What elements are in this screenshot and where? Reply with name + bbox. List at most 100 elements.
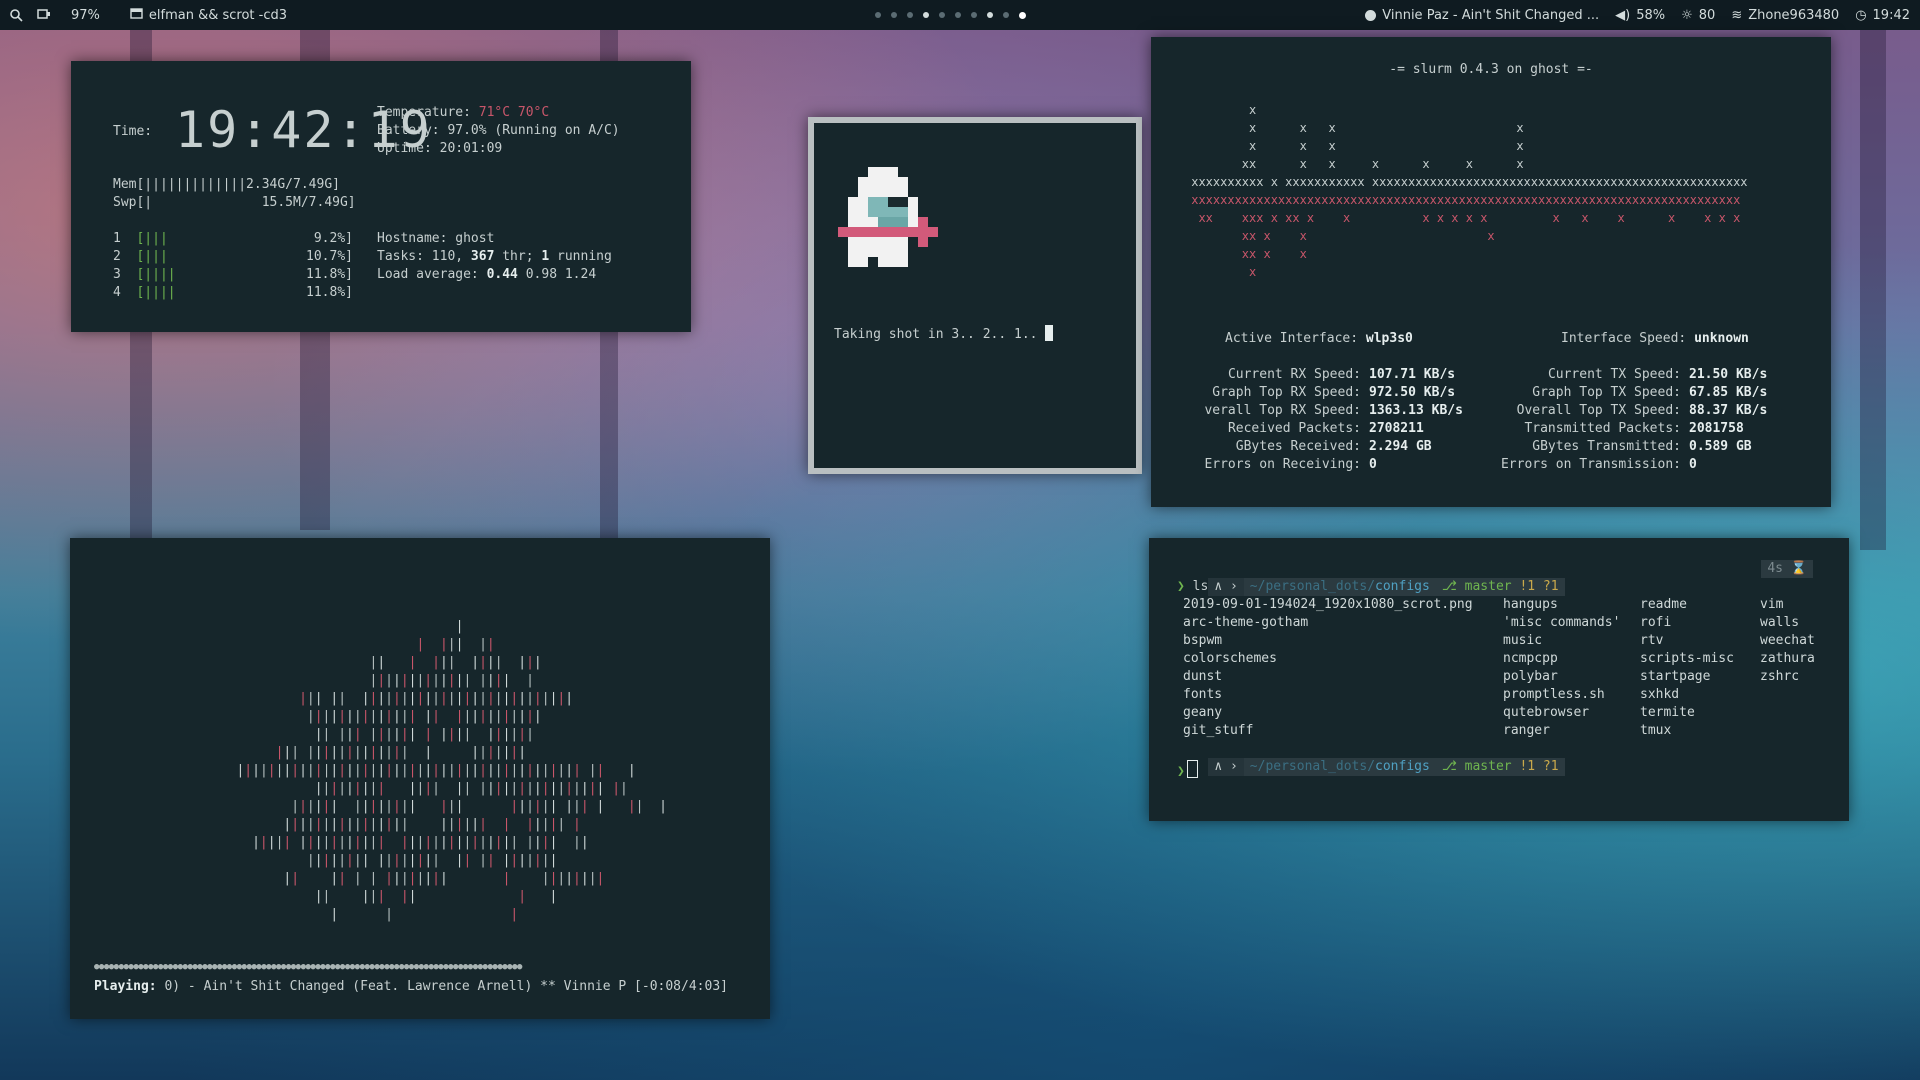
visualizer-row: | | | — [330, 907, 519, 922]
stat-label: GBytes Received: — [1235, 439, 1361, 454]
rx-stats: Current RX Speed: 107.71 KB/s Graph Top RX… — [1171, 366, 1471, 474]
tasks-line: Tasks: 110, 367 thr; 1 running — [377, 248, 612, 266]
workspace-10[interactable] — [1019, 11, 1026, 19]
ls-entry[interactable]: arc-theme-gotham — [1183, 614, 1473, 632]
scrot-countdown-text: Taking shot in 3.. 2.. 1.. — [834, 327, 1046, 342]
visualizer-row: |||||||||||||| || ||||||||||| — [306, 709, 542, 724]
cpu-number: 3 — [113, 267, 121, 282]
workspace-2[interactable] — [891, 12, 897, 18]
workspace-8[interactable] — [987, 12, 993, 18]
load-line: Load average: 0.44 0.98 1.24 — [377, 266, 596, 284]
tx-stat-row: Transmitted Packets: 2081758 — [1471, 420, 1811, 438]
ls-entry[interactable]: bspwm — [1183, 632, 1473, 650]
stat-value: 972.50 KB/s — [1369, 385, 1456, 400]
tx-graph: xxxxxxxxxxxxxxxxxxxxxxxxxxxxxxxxxxxxxxxx… — [1191, 193, 1741, 279]
load-1min: 0.44 — [486, 267, 518, 282]
stat-label: Graph Top TX Speed: — [1532, 385, 1681, 400]
slurm-window[interactable]: -= slurm 0.4.3 on ghost =- x x x x x x x… — [1151, 37, 1831, 507]
time-label: Time: — [113, 124, 153, 139]
stat-label: verall Top RX Speed: — [1204, 403, 1361, 418]
workspace-6[interactable] — [955, 12, 961, 18]
stat-value: 0 — [1689, 457, 1697, 472]
workspace-5[interactable] — [939, 12, 945, 18]
ls-entry[interactable]: fonts — [1183, 686, 1473, 704]
visualizer-row: |||||| |||||||| ||| |||||| ||| | || | — [291, 799, 667, 814]
stat-label: Errors on Transmission: — [1500, 457, 1681, 472]
stat-value: 1363.13 KB/s — [1369, 403, 1463, 418]
elapsed-time: 4s ⌛ — [1761, 560, 1813, 578]
stat-value: 88.37 KB/s — [1689, 403, 1768, 418]
cpu-row: 1 [||| 9.2%] — [113, 230, 353, 248]
visualizer-row: || ||| || | | — [314, 889, 558, 904]
ls-entry[interactable]: walls — [1760, 614, 1815, 632]
ls-entry[interactable]: zshrc — [1760, 668, 1815, 686]
temperature-label: Temperature: — [377, 105, 471, 120]
music-visualizer-window[interactable]: | | ||| || || | ||| |||| ||| |||||||||||… — [70, 538, 770, 1019]
ls-entry[interactable]: ncmpcpp — [1503, 650, 1620, 668]
visualizer-row: ||| || ||||||||||||||||||||||||||| — [299, 691, 574, 706]
wifi-indicator[interactable]: ≋ Zhone963480 — [1731, 8, 1839, 23]
scrot-window[interactable]: Taking shot in 3.. 2.. 1.. — [808, 117, 1142, 474]
ls-entry[interactable]: startpage — [1640, 668, 1734, 686]
ls-entry[interactable]: colorschemes — [1183, 650, 1473, 668]
ls-entry[interactable]: readme — [1640, 596, 1734, 614]
ls-entry[interactable]: zathura — [1760, 650, 1815, 668]
ls-entry[interactable]: 'misc commands' — [1503, 614, 1620, 632]
ls-entry[interactable]: rofi — [1640, 614, 1734, 632]
load-rest: 0.98 1.24 — [517, 267, 597, 282]
music-indicator[interactable]: Vinnie Paz - Ain't Shit Changed ... — [1365, 8, 1599, 23]
ls-column: hangups'misc commands' music ncmpcpp polyba… — [1503, 596, 1620, 740]
ls-entry[interactable]: 2019-09-01-194024_1920x1080_scrot.png — [1183, 596, 1473, 614]
wifi-icon: ≋ — [1731, 7, 1743, 23]
ls-entry[interactable]: git_stuff — [1183, 722, 1473, 740]
prompt-bar-2: ∧ › ~/personal_dots/configs ⎇ master !1 ?1 — [1177, 740, 1813, 794]
search-icon[interactable] — [10, 8, 23, 22]
stat-label: Errors on Receiving: — [1204, 457, 1361, 472]
clock-time: 19:42 — [1872, 7, 1910, 23]
workspace-indicators — [875, 0, 1026, 30]
ls-entry[interactable]: sxhkd — [1640, 686, 1734, 704]
workspace-7[interactable] — [971, 12, 977, 18]
window-icon — [130, 7, 143, 23]
arch-icon: ∧ › — [1208, 578, 1244, 596]
ls-entry[interactable]: geany — [1183, 704, 1473, 722]
ls-entry[interactable]: termite — [1640, 704, 1734, 722]
volume-value: 58% — [1636, 7, 1666, 23]
volume-indicator[interactable]: ◀) 58% — [1615, 8, 1665, 23]
git-branch: ⎇ master !1 ?1 — [1435, 578, 1565, 596]
workspace-4[interactable] — [923, 12, 929, 18]
clock-indicator[interactable]: ◷ 19:42 — [1855, 8, 1910, 23]
ls-entry[interactable]: dunst — [1183, 668, 1473, 686]
ls-entry[interactable]: polybar — [1503, 668, 1620, 686]
cpu-row: 2 [||| 10.7%] — [113, 248, 353, 266]
focused-window[interactable]: elfman && scrot -cd3 — [130, 8, 287, 23]
ls-entry[interactable]: qutebrowser — [1503, 704, 1620, 722]
ls-entry[interactable]: music — [1503, 632, 1620, 650]
cpu-meters: 1 [||| 9.2%] 2 [||| 10.7%] 3 [|||| 11.8%] 4 [|… — [113, 230, 353, 302]
music-icon — [1365, 9, 1377, 21]
ls-entry[interactable]: rtv — [1640, 632, 1734, 650]
battery-indicator[interactable]: 97% — [37, 8, 100, 23]
cpu-percent: 9.2%] — [313, 231, 353, 246]
sysinfo-window[interactable]: Time: 19:42:19 Temperature: 71°C 70°C Ba… — [71, 61, 691, 332]
clock-icon: ◷ — [1855, 7, 1867, 23]
workspace-3[interactable] — [907, 12, 913, 18]
ls-entry[interactable]: tmux — [1640, 722, 1734, 740]
ls-entry[interactable]: promptless.sh — [1503, 686, 1620, 704]
rx-graph: x x x x x x x x x xx x x x x x x xxxxxxx… — [1191, 103, 1748, 189]
prompt-char: ❯ — [1177, 579, 1185, 594]
temperature-line: Temperature: 71°C 70°C — [377, 104, 549, 122]
workspace-1[interactable] — [875, 12, 881, 18]
visualizer-row: ||||||||||||||||||||||||||||||||||||||||… — [236, 763, 636, 778]
git-branch: ⎇ master !1 ?1 — [1435, 758, 1565, 776]
input-line[interactable]: ❯ — [1177, 760, 1198, 781]
ls-entry[interactable]: scripts-misc — [1640, 650, 1734, 668]
ls-entry[interactable]: weechat — [1760, 632, 1815, 650]
tx-stats: Current TX Speed: 21.50 KB/s Graph Top TX … — [1471, 366, 1811, 474]
ls-entry[interactable]: ranger — [1503, 722, 1620, 740]
ls-entry[interactable]: vim — [1760, 596, 1815, 614]
ls-entry[interactable]: hangups — [1503, 596, 1620, 614]
workspace-9[interactable] — [1003, 12, 1009, 18]
terminal-window[interactable]: ∧ › ~/personal_dots/configs ⎇ master !1 ?1… — [1149, 538, 1849, 821]
brightness-indicator[interactable]: ☼ 80 — [1681, 8, 1715, 23]
